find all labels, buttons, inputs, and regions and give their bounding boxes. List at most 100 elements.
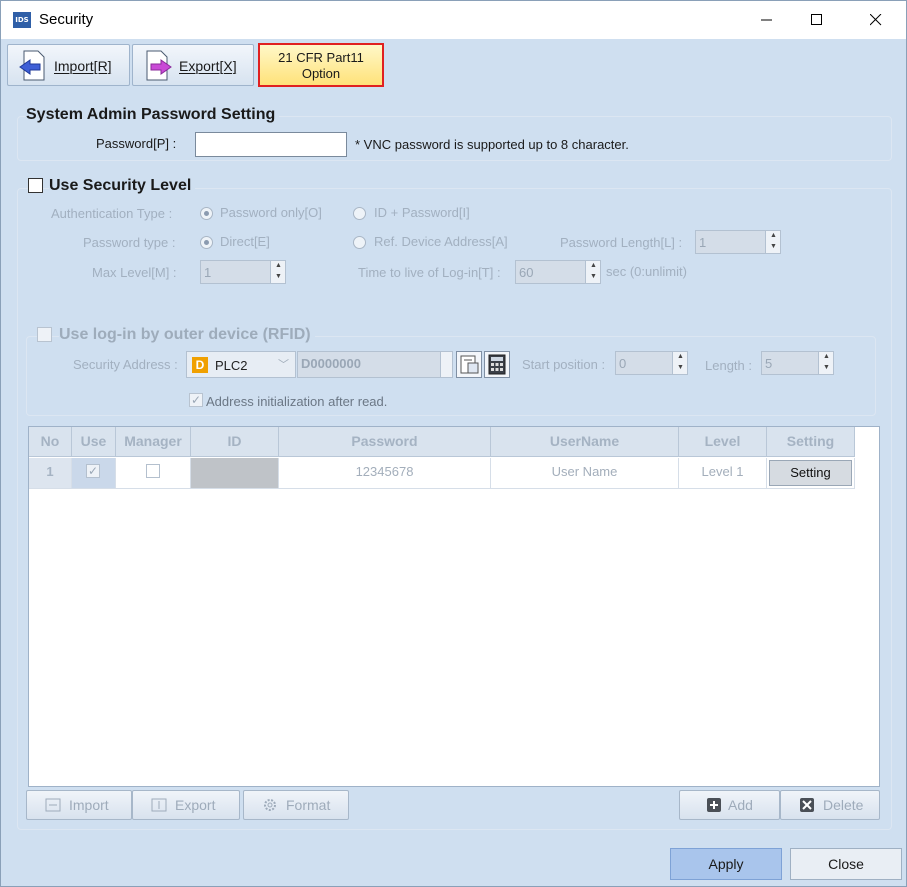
import-toolbar-label: Import[R] [54,58,112,74]
auth-password-only-radio[interactable] [200,207,213,220]
spin-arrows-icon[interactable] [585,261,600,283]
max-level-spinner[interactable]: 1 [200,260,286,284]
spin-arrows-icon[interactable] [672,352,687,374]
vnc-password-note: * VNC password is supported up to 8 char… [355,137,629,152]
row-id-cell[interactable] [191,458,279,489]
length-spinner[interactable]: 5 [761,351,834,375]
use-rfid-checkbox[interactable] [37,327,52,342]
cfr-part11-option-button[interactable]: 21 CFR Part11 Option [258,43,384,87]
window-title: Security [39,11,94,28]
app-logo-icon: IDS [13,12,31,28]
password-length-value: 1 [699,235,707,250]
security-level-title: Use Security Level [49,177,196,195]
row-password-cell[interactable]: 12345678 [279,458,491,489]
start-position-spinner[interactable]: 0 [615,351,688,375]
password-type-label: Password type : [83,235,176,250]
plc-select[interactable]: D PLC2 ﹀ [186,351,296,378]
column-header-setting: Setting [767,427,855,457]
grid-delete-button[interactable]: Delete [780,790,880,820]
cfr-label-line2: Option [301,66,341,81]
auth-type-label: Authentication Type : [51,206,173,221]
device-browse-icon [460,355,479,374]
apply-button[interactable]: Apply [670,848,782,880]
auth-id-password-label: ID + Password[I] [374,205,470,220]
calculator-icon [488,354,506,375]
admin-password-input[interactable] [195,132,347,157]
import-toolbar-button[interactable]: Import[R] [7,44,130,86]
chevron-down-icon: ﹀ [278,359,289,371]
grid-import-label: Import [69,797,109,813]
column-header-use: Use [72,427,116,457]
export-toolbar-button[interactable]: Export[X] [132,44,254,86]
admin-password-title: System Admin Password Setting [26,106,280,124]
grid-add-button[interactable]: Add [679,790,780,820]
grid-export-button[interactable]: Export [132,790,240,820]
row-level-cell[interactable]: Level 1 [679,458,767,489]
ttl-value: 60 [519,265,534,280]
use-security-level-checkbox[interactable] [28,178,43,193]
minimize-button[interactable] [744,1,790,39]
column-header-password: Password [279,427,491,457]
grid-format-button[interactable]: Format [243,790,349,820]
auth-id-password-radio[interactable] [353,207,366,220]
max-level-value: 1 [204,265,212,280]
column-header-no: No [29,427,72,457]
close-button[interactable]: Close [790,848,902,880]
row-manager-checkbox[interactable] [146,464,160,478]
password-type-ref-radio[interactable] [353,236,366,249]
max-level-label: Max Level[M] : [92,265,177,280]
row-number: 1 [29,458,72,489]
ttl-unit: sec (0:unlimit) [606,264,687,279]
start-position-label: Start position : [522,357,606,372]
minimize-icon [761,19,772,21]
security-dialog: IDS Security Import[R] Export[X] 21 CFR … [0,0,907,887]
close-icon [870,14,882,26]
spin-arrows-icon[interactable] [765,231,780,253]
row-username-cell[interactable]: User Name [491,458,679,489]
cfr-label-line1: 21 CFR Part11 [278,50,364,65]
admin-password-label: Password[P] : [96,136,177,151]
device-badge-icon: D [192,357,208,373]
maximize-button[interactable] [794,1,840,39]
address-browse-button[interactable] [456,351,482,378]
export-icon [151,798,167,812]
address-value: D0000000 [301,356,361,371]
row-use-cell[interactable]: ✓ [72,458,116,489]
export-file-icon [146,50,172,81]
password-type-direct-radio[interactable] [200,236,213,249]
close-window-button[interactable] [853,1,899,39]
ttl-spinner[interactable]: 60 [515,260,601,284]
import-file-icon [19,50,45,81]
password-length-label: Password Length[L] : [560,235,683,250]
spin-arrows-icon[interactable] [270,261,285,283]
length-label: Length : [705,358,752,373]
address-input[interactable]: D0000000 [297,351,453,378]
column-header-id: ID [191,427,279,457]
column-header-username: UserName [491,427,679,457]
maximize-icon [811,14,822,25]
password-length-spinner[interactable]: 1 [695,230,781,254]
address-init-label: Address initialization after read. [206,394,388,409]
import-icon [45,798,61,812]
row-use-checkbox[interactable]: ✓ [86,464,100,478]
address-init-checkbox[interactable]: ✓ [189,393,203,407]
grid-import-button[interactable]: Import [26,790,132,820]
start-position-value: 0 [619,356,627,371]
row-manager-cell[interactable] [116,458,191,489]
grid-delete-label: Delete [823,797,864,813]
user-grid: No Use Manager ID Password UserName Leve… [28,426,880,787]
auth-password-only-label: Password only[O] [220,205,322,220]
spin-arrows-icon[interactable] [440,352,452,377]
row-setting-button[interactable]: Setting [769,460,852,486]
export-toolbar-label: Export[X] [179,58,237,74]
title-bar: IDS Security [1,1,906,39]
plc-value: PLC2 [215,358,248,373]
grid-add-label: Add [728,797,753,813]
gear-icon [264,799,276,811]
ttl-label: Time to live of Log-in[T] : [358,265,501,280]
keypad-button[interactable] [484,351,510,378]
spin-arrows-icon[interactable] [818,352,833,374]
rfid-title: Use log-in by outer device (RFID) [59,326,315,344]
security-address-label: Security Address : [73,357,178,372]
delete-icon [800,798,814,812]
